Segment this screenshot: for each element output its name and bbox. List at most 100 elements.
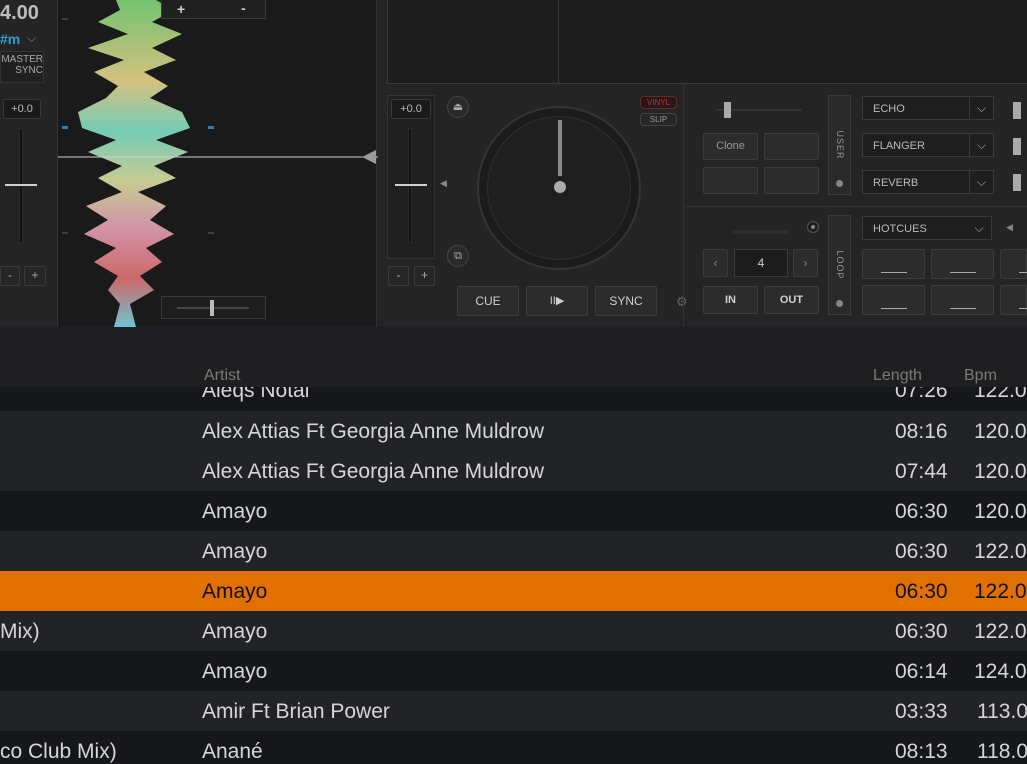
loop-tab-led bbox=[836, 300, 843, 307]
chevron-down-icon[interactable]: ⌵ bbox=[969, 171, 993, 193]
waveform-scroll-slider[interactable] bbox=[161, 296, 266, 319]
pitch-fader-handle-right[interactable] bbox=[395, 184, 427, 186]
fx-select-flanger[interactable]: FLANGER ⌵ bbox=[862, 133, 994, 157]
waveform-graphic bbox=[58, 0, 378, 327]
loop-prev-button[interactable]: ‹ bbox=[703, 249, 728, 277]
table-row[interactable]: Alex Attias Ft Georgia Anne Muldrow 07:4… bbox=[0, 451, 1027, 491]
column-header-artist[interactable]: Artist bbox=[204, 367, 240, 385]
hotcues-select[interactable]: HOTCUES ⌵ bbox=[862, 216, 992, 240]
hotcue-pad-5[interactable] bbox=[931, 285, 994, 315]
loop-in-button[interactable]: IN bbox=[703, 286, 758, 314]
user-tab-label: USER bbox=[834, 130, 845, 160]
artist-cell: Alex Attias Ft Georgia Anne Muldrow bbox=[202, 420, 544, 443]
zoom-out-button[interactable]: - bbox=[241, 0, 246, 16]
artist-cell: Amayo bbox=[202, 620, 268, 643]
loop-slider[interactable] bbox=[733, 230, 789, 234]
table-row[interactable]: Alex Attias Ft Georgia Anne Muldrow 08:1… bbox=[0, 411, 1027, 451]
sampler-pad-2[interactable] bbox=[764, 133, 819, 160]
chevron-down-icon[interactable]: ⌵ bbox=[969, 134, 993, 156]
pitch-plus-button[interactable]: + bbox=[24, 266, 46, 286]
length-cell: 08:16 bbox=[895, 420, 948, 443]
play-pause-button[interactable]: II▶ bbox=[526, 286, 588, 316]
fx-knob-1[interactable] bbox=[1013, 102, 1021, 119]
pitch-value-right: +0.0 bbox=[391, 99, 431, 119]
fx-knob-2[interactable] bbox=[1013, 138, 1021, 155]
user-tab[interactable]: USER bbox=[828, 95, 851, 195]
fx-label: FLANGER bbox=[873, 140, 925, 152]
pitch-minus-button[interactable]: - bbox=[0, 266, 20, 286]
loop-out-button[interactable]: OUT bbox=[764, 286, 819, 314]
table-row[interactable]: Amayo 06:14 124.0 bbox=[0, 651, 1027, 691]
zoom-controls: + - bbox=[161, 0, 266, 19]
copy-icon[interactable]: ⧉ bbox=[447, 245, 469, 267]
waveform-panel[interactable]: + - bbox=[57, 0, 378, 327]
hotcue-pad-3[interactable] bbox=[1000, 249, 1027, 279]
master-sync-block[interactable]: MASTER SYNC bbox=[0, 51, 44, 83]
bpm-cell: 122.0 bbox=[974, 540, 1027, 563]
table-row[interactable]: Aleqs Notal 07:26 122.0 bbox=[0, 387, 1027, 411]
length-cell: 07:44 bbox=[895, 460, 948, 483]
master-label: MASTER bbox=[1, 54, 43, 65]
loop-next-button[interactable]: › bbox=[793, 249, 818, 277]
sync-label: SYNC bbox=[15, 65, 43, 76]
fx-label: ECHO bbox=[873, 103, 905, 115]
slider-handle[interactable] bbox=[210, 300, 214, 316]
hotcues-label: HOTCUES bbox=[873, 223, 927, 235]
zoom-in-button[interactable]: + bbox=[177, 1, 185, 17]
artist-cell: Alex Attias Ft Georgia Anne Muldrow bbox=[202, 460, 544, 483]
length-cell: 06:30 bbox=[895, 500, 948, 523]
fx-select-reverb[interactable]: REVERB ⌵ bbox=[862, 170, 994, 194]
bpm-display: 4.00 bbox=[0, 2, 39, 24]
table-row[interactable]: Amir Ft Brian Power 03:33 113.0 bbox=[0, 691, 1027, 731]
pitch-plus-button-right[interactable]: + bbox=[414, 266, 435, 286]
key-display[interactable]: #m bbox=[0, 31, 20, 47]
eject-icon[interactable]: ⏏ bbox=[447, 96, 469, 118]
fx-label: REVERB bbox=[873, 177, 919, 189]
chevron-down-icon[interactable]: ⌵ bbox=[27, 31, 36, 46]
sampler-slider[interactable] bbox=[716, 102, 802, 118]
length-cell: 03:33 bbox=[895, 700, 948, 723]
settings-icon[interactable]: ⚙ bbox=[676, 294, 688, 310]
length-cell: 06:14 bbox=[895, 660, 948, 683]
table-row-selected[interactable]: Amayo 06:30 122.0 bbox=[0, 571, 1027, 611]
chevron-right-icon: › bbox=[803, 256, 808, 270]
sampler-slider-handle[interactable] bbox=[724, 102, 731, 118]
caret-left-icon: ◀ bbox=[440, 178, 447, 188]
clone-button[interactable]: Clone bbox=[703, 133, 758, 160]
bpm-cell: 122.0 bbox=[974, 580, 1027, 603]
fx-select-echo[interactable]: ECHO ⌵ bbox=[862, 96, 994, 120]
sync-button[interactable]: SYNC bbox=[595, 286, 657, 316]
jog-wheel[interactable] bbox=[477, 106, 641, 270]
hotcue-pad-2[interactable] bbox=[931, 249, 994, 279]
hotcue-pad-1[interactable] bbox=[862, 249, 925, 279]
sampler-pad-3[interactable] bbox=[703, 167, 758, 194]
pitch-minus-button-right[interactable]: - bbox=[388, 266, 409, 286]
table-row[interactable]: Amayo 06:30 120.0 bbox=[0, 491, 1027, 531]
chevron-down-icon[interactable]: ⌵ bbox=[969, 97, 993, 119]
table-row[interactable]: Mix) Amayo 06:30 122.0 bbox=[0, 611, 1027, 651]
table-row[interactable]: co Club Mix) Anané 08:13 118.0 bbox=[0, 731, 1027, 764]
loop-led-icon[interactable] bbox=[807, 221, 819, 233]
table-row[interactable]: Amayo 06:30 122.0 bbox=[0, 531, 1027, 571]
pitch-fader-handle[interactable] bbox=[5, 184, 37, 186]
loop-size-display[interactable]: 4 bbox=[734, 249, 788, 277]
jog-wheel-marker bbox=[558, 120, 562, 176]
chevron-down-icon[interactable]: ⌵ bbox=[967, 217, 991, 239]
title-cell: co Club Mix) bbox=[0, 740, 117, 763]
slip-button[interactable]: SLIP bbox=[640, 113, 677, 126]
sampler-pad-4[interactable] bbox=[764, 167, 819, 194]
hotcue-pad-4[interactable] bbox=[862, 285, 925, 315]
column-header-length[interactable]: Length bbox=[873, 367, 922, 385]
loop-tab[interactable]: LOOP bbox=[828, 215, 851, 315]
cue-button[interactable]: CUE bbox=[457, 286, 519, 316]
vinyl-button[interactable]: VINYL bbox=[640, 96, 677, 109]
caret-left-icon[interactable]: ◀ bbox=[1006, 222, 1013, 233]
hotcue-pad-6[interactable] bbox=[1000, 285, 1027, 315]
artist-cell: Anané bbox=[202, 740, 263, 763]
artist-cell: Amir Ft Brian Power bbox=[202, 700, 390, 723]
browser-toolbar bbox=[0, 327, 1027, 367]
column-header-bpm[interactable]: Bpm bbox=[964, 367, 997, 385]
bpm-cell: 122.0 bbox=[974, 387, 1027, 402]
artist-cell: Amayo bbox=[202, 660, 268, 683]
fx-knob-3[interactable] bbox=[1013, 174, 1021, 191]
